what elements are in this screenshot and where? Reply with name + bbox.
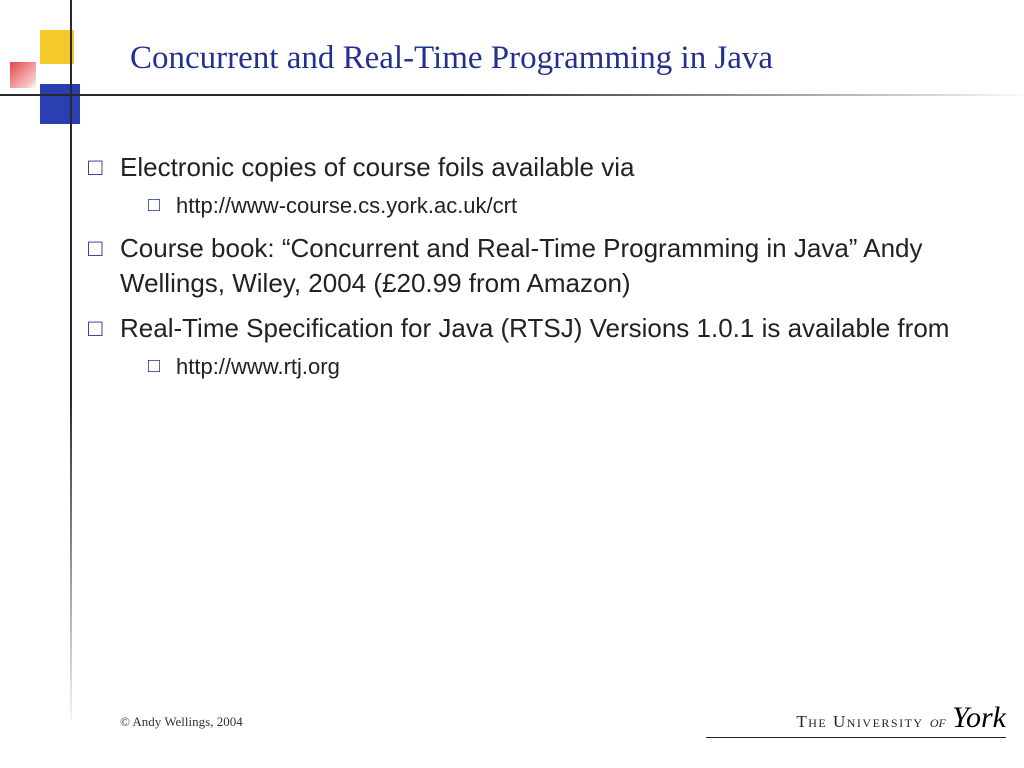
slide: Concurrent and Real-Time Programming in … [0,0,1024,768]
slide-title: Concurrent and Real-Time Programming in … [130,40,984,77]
bullet-icon: □ [88,313,103,345]
bullet-text: Course book: “Concurrent and Real-Time P… [120,233,923,298]
sub-bullet-item: □ http://www-course.cs.york.ac.uk/crt [120,191,964,221]
decor-square-yellow [40,30,74,64]
decor-horizontal-rule [0,94,1024,96]
bullet-item: □ Electronic copies of course foils avai… [88,150,964,221]
sub-bullet-icon: □ [148,353,160,380]
sub-bullet-text: http://www-course.cs.york.ac.uk/crt [176,193,517,218]
sub-bullet-icon: □ [148,192,160,219]
bullet-text: Real-Time Specification for Java (RTSJ) … [120,313,949,343]
decor-square-red [10,62,36,88]
bullet-icon: □ [88,152,103,184]
slide-body: □ Electronic copies of course foils avai… [88,150,964,392]
university-logo: The University of York [706,701,1006,740]
bullet-text: Electronic copies of course foils availa… [120,152,634,182]
bullet-item: □ Real-Time Specification for Java (RTSJ… [88,311,964,382]
logo-prefix: The University [796,712,923,731]
bullet-item: □ Course book: “Concurrent and Real-Time… [88,231,964,301]
logo-of: of [926,712,951,731]
sub-bullet-item: □ http://www.rtj.org [120,352,964,382]
bullet-icon: □ [88,233,103,265]
logo-name: York [952,701,1006,734]
copyright-text: © Andy Wellings, 2004 [120,714,243,730]
sub-bullet-text: http://www.rtj.org [176,354,340,379]
logo-underline [706,737,1006,738]
decor-vertical-rule [70,0,72,720]
decor-square-blue [40,84,80,124]
